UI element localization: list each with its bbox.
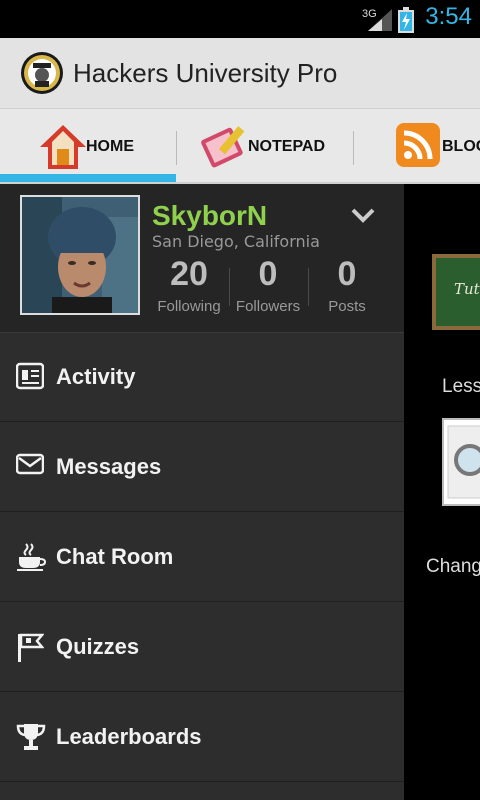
rss-icon: [396, 123, 440, 167]
tab-notepad[interactable]: NOTEPAD: [177, 109, 353, 185]
notepad-icon: [201, 126, 245, 168]
menu-item-label: Chat Room: [56, 544, 174, 569]
menu-item-label: Leaderboards: [56, 724, 202, 749]
menu-item-chat-room[interactable]: Chat Room: [0, 512, 404, 602]
tab-blog-label: BLOG: [442, 138, 480, 155]
battery-charging-icon: [398, 7, 414, 33]
profile-location: San Diego, California: [152, 232, 320, 251]
home-icon: [40, 125, 86, 169]
menu-item-label: Quizzes: [56, 634, 140, 659]
menu-item-messages[interactable]: Messages: [0, 422, 404, 512]
tutorials-tile[interactable]: Tuto: [432, 254, 480, 330]
stat-label: Posts: [328, 298, 366, 315]
coffee-cup-icon: [17, 543, 46, 571]
tab-blog[interactable]: BLOG: [354, 109, 480, 185]
profile-header[interactable]: SkyborN San Diego, California 20 Followi…: [0, 184, 404, 333]
profile-photo: [22, 197, 138, 313]
stat-value: 0: [337, 255, 357, 293]
stat-following[interactable]: 20 Following: [151, 254, 227, 315]
main-content-panel: Tuto Less Chang: [404, 184, 480, 800]
app-title: Hackers University Pro: [73, 58, 338, 88]
menu-item-label: Messages: [56, 454, 162, 479]
chevron-down-icon[interactable]: [350, 206, 376, 224]
signal-icon: [368, 9, 392, 31]
avatar[interactable]: [20, 195, 140, 315]
navigation-drawer: SkyborN San Diego, California 20 Followi…: [0, 184, 404, 800]
status-bar: 3G 3:54: [0, 0, 480, 38]
tab-home-label: HOME: [86, 138, 134, 155]
stat-value: 0: [258, 255, 278, 293]
chalkboard-text: Tuto: [454, 280, 480, 298]
newspaper-icon: [16, 362, 44, 390]
stat-value: 20: [170, 255, 208, 293]
menu-item-label: Activity: [56, 364, 136, 389]
changelog-tile[interactable]: [442, 418, 480, 506]
stat-label: Following: [157, 298, 221, 315]
clock: 3:54: [425, 3, 472, 30]
flag-icon: [18, 633, 44, 662]
menu-item-activity[interactable]: Activity: [0, 332, 404, 422]
stat-followers[interactable]: 0 Followers: [230, 254, 306, 315]
trophy-icon: [16, 724, 46, 750]
active-tab-indicator: [0, 174, 176, 182]
tab-notepad-label: NOTEPAD: [248, 138, 326, 155]
changelog-label: Chang: [426, 556, 480, 577]
stat-label: Followers: [235, 298, 301, 315]
magnifier-icon: [447, 425, 480, 499]
stat-posts[interactable]: 0 Posts: [309, 254, 385, 315]
action-bar: Hackers University Pro: [0, 38, 480, 108]
lessons-label: Less: [442, 376, 480, 397]
menu-item-quizzes[interactable]: Quizzes: [0, 602, 404, 692]
envelope-icon: [16, 453, 44, 475]
menu-item-leaderboards[interactable]: Leaderboards: [0, 692, 404, 782]
profile-username: SkyborN: [152, 200, 268, 231]
app-logo-icon[interactable]: [20, 51, 64, 95]
